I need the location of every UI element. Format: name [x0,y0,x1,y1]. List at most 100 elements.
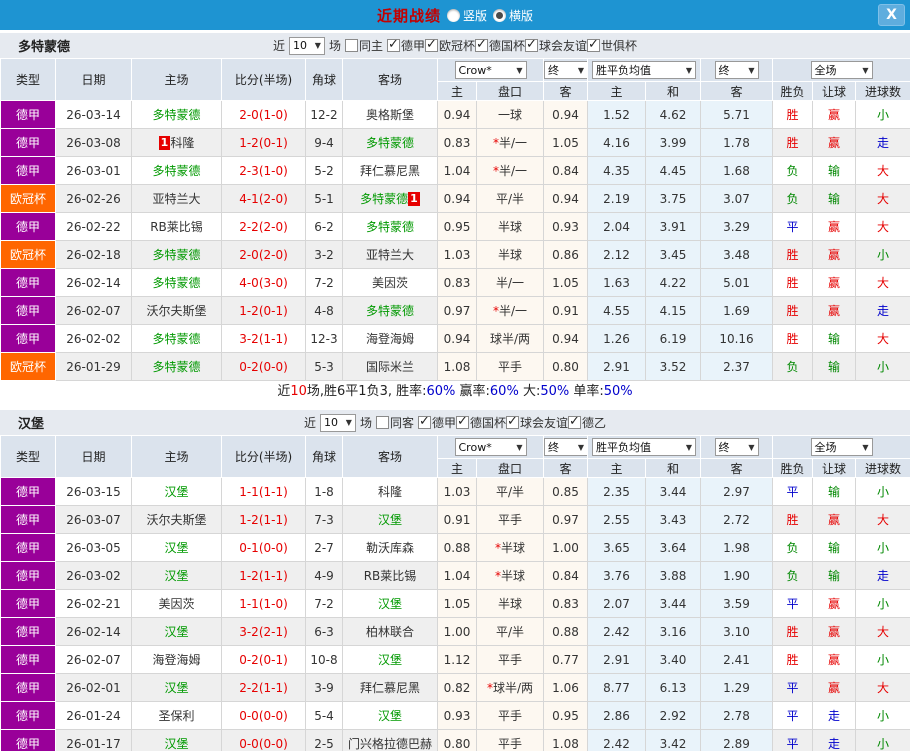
col-date: 日期 [56,436,132,478]
cell-avg-draw: 3.44 [646,478,701,506]
match-count-select[interactable]: 10▼ [289,37,325,55]
final-select-b[interactable]: 终▼ [715,61,759,79]
match-row: 德甲26-03-01多特蒙德2-3(1-0)5-2拜仁慕尼黑1.04*半/一0.… [1,157,910,185]
league-checkbox[interactable]: 世俱杯 [587,37,637,54]
radio-vertical-layout[interactable]: 竖版 [447,7,487,24]
cell-handicap: 平手 [477,646,544,674]
cell-corner: 12-2 [306,101,343,129]
cell-date: 26-01-29 [56,353,132,381]
cell-handicap-result: 输 [813,325,856,353]
chevron-down-icon: ▼ [686,443,692,452]
league-checkbox[interactable]: 德乙 [568,414,606,431]
cell-avg-home: 3.76 [588,562,646,590]
cell-result: 平 [773,213,813,241]
cell-odds-away: 0.97 [544,506,588,534]
cell-avg-home: 1.52 [588,101,646,129]
cell-result: 胜 [773,129,813,157]
cell-away: 汉堡 [343,702,438,730]
cell-home: 亚特兰大 [132,185,222,213]
league-checkbox[interactable]: 德国杯 [475,37,525,54]
league-checkbox[interactable]: 德甲 [418,414,456,431]
red-card-badge: 1 [159,136,171,150]
cell-home: 汉堡 [132,478,222,506]
final-select-a[interactable]: 终▼ [544,61,588,79]
cell-avg-draw: 3.52 [646,353,701,381]
cell-result: 胜 [773,101,813,129]
avg-odds-select[interactable]: 胜平负均值▼ [592,61,696,79]
odds-source-select[interactable]: Crow*▼ [455,438,527,456]
cell-avg-away: 3.10 [701,618,773,646]
match-row: 德甲26-02-07沃尔夫斯堡1-2(0-1)4-8多特蒙德0.97*半/一0.… [1,297,910,325]
cell-handicap: *半/一 [477,129,544,157]
cell-avg-draw: 3.43 [646,506,701,534]
cell-corner: 6-3 [306,618,343,646]
league-checkbox[interactable]: 球会友谊 [506,414,568,431]
subcol-odds-away: 客 [544,459,588,478]
cell-date: 26-02-14 [56,269,132,297]
cell-home: 多特蒙德 [132,157,222,185]
cell-avg-home: 2.55 [588,506,646,534]
cell-result: 平 [773,478,813,506]
cell-odds-home: 0.93 [438,702,477,730]
cell-score: 0-0(0-0) [222,730,306,751]
cell-score: 1-2(0-1) [222,297,306,325]
cell-result: 负 [773,353,813,381]
league-checkbox[interactable]: 球会友谊 [525,37,587,54]
cell-odds-home: 0.95 [438,213,477,241]
cell-result: 平 [773,702,813,730]
cell-avg-home: 2.86 [588,702,646,730]
checkbox-icon [376,416,389,429]
cell-avg-home: 2.12 [588,241,646,269]
cell-avg-away: 1.98 [701,534,773,562]
league-checkbox[interactable]: 德甲 [387,37,425,54]
cell-home: 汉堡 [132,730,222,751]
league-checkbox[interactable]: 欧冠杯 [425,37,475,54]
match-count-select[interactable]: 10▼ [320,414,356,432]
cell-handicap-result: 走 [813,702,856,730]
cell-result: 胜 [773,646,813,674]
radio-unchecked-icon [447,9,460,22]
cell-handicap: 半球 [477,241,544,269]
cell-handicap: *球半/两 [477,674,544,702]
match-row: 德甲26-03-07沃尔夫斯堡1-2(1-1)7-3汉堡0.91平手0.972.… [1,506,910,534]
match-row: 德甲26-01-24圣保利0-0(0-0)5-4汉堡0.93平手0.952.86… [1,702,910,730]
league-checkbox[interactable]: 德国杯 [456,414,506,431]
cell-league: 欧冠杯 [1,241,56,269]
final-select-b[interactable]: 终▼ [715,438,759,456]
cell-corner: 7-2 [306,590,343,618]
close-icon[interactable]: X [878,4,905,26]
cell-away: 多特蒙德 [343,213,438,241]
filter-unit-label: 场 [329,37,341,54]
match-row: 德甲26-02-14多特蒙德4-0(3-0)7-2美因茨0.83半/一1.051… [1,269,910,297]
cell-result: 胜 [773,269,813,297]
col-score: 比分(半场) [222,59,306,101]
cell-corner: 6-2 [306,213,343,241]
cell-score: 1-2(0-1) [222,129,306,157]
same-venue-checkbox[interactable]: 同主 [345,37,383,54]
cell-avg-home: 8.77 [588,674,646,702]
odds-source-select[interactable]: Crow*▼ [455,61,527,79]
scope-select[interactable]: 全场▼ [811,438,873,456]
cell-home: 沃尔夫斯堡 [132,506,222,534]
col-date: 日期 [56,59,132,101]
match-row: 德甲26-03-15汉堡1-1(1-1)1-8科隆1.03平/半0.852.35… [1,478,910,506]
scope-select[interactable]: 全场▼ [811,61,873,79]
summary-line: 近10场,胜6平1负3, 胜率:60% 赢率:60% 大:50% 单率:50% [0,381,910,404]
cell-score: 0-2(0-0) [222,353,306,381]
same-venue-checkbox[interactable]: 同客 [376,414,414,431]
final-select-a[interactable]: 终▼ [544,438,588,456]
cell-home: 汉堡 [132,618,222,646]
avg-odds-select[interactable]: 胜平负均值▼ [592,438,696,456]
radio-horizontal-layout[interactable]: 横版 [493,7,533,24]
cell-corner: 3-2 [306,241,343,269]
col-corner: 角球 [306,436,343,478]
col-score: 比分(半场) [222,436,306,478]
subcol-avg-away: 客 [701,459,773,478]
cell-result: 平 [773,590,813,618]
cell-date: 26-03-15 [56,478,132,506]
cell-avg-draw: 6.13 [646,674,701,702]
cell-home: 1科隆 [132,129,222,157]
match-row: 德甲26-02-22RB莱比锡2-2(2-0)6-2多特蒙德0.95半球0.93… [1,213,910,241]
cell-away: 柏林联合 [343,618,438,646]
cell-away: 多特蒙德 [343,129,438,157]
